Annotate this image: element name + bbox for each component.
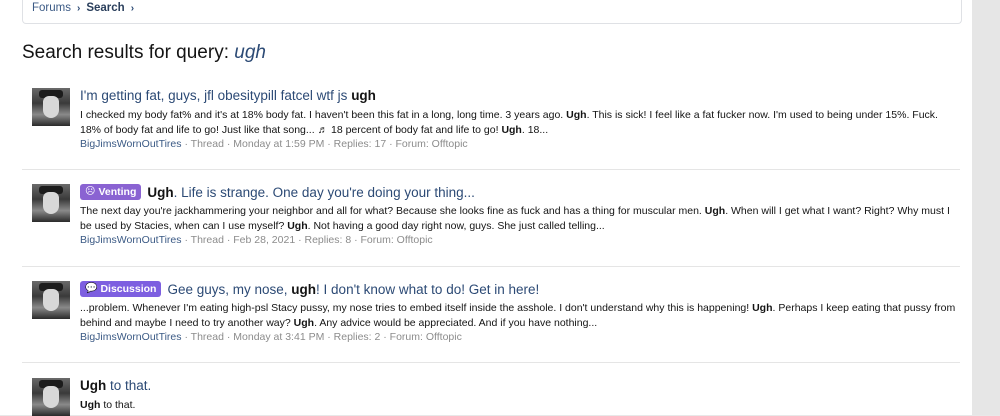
chevron-right-icon: ›	[76, 2, 81, 14]
result-divider	[22, 169, 960, 170]
avatar[interactable]	[32, 281, 70, 319]
thread-prefix-text: Discussion	[100, 283, 157, 295]
query-highlight: Ugh	[752, 302, 773, 314]
avatar-face	[43, 96, 59, 118]
avatar-face	[43, 386, 59, 408]
avatar[interactable]	[32, 184, 70, 222]
avatar[interactable]	[32, 378, 70, 416]
breadcrumb: Forums › Search ›	[32, 2, 134, 14]
page-title-query: ugh	[234, 42, 266, 63]
thread-prefix-label: ☹ Venting	[80, 184, 142, 200]
page-title: Search results for query: ugh	[22, 42, 266, 64]
author-link[interactable]: BigJimsWornOutTires	[80, 331, 182, 343]
result-snippet: Ugh to that.	[80, 399, 136, 411]
query-highlight: ugh	[351, 88, 376, 103]
query-highlight: Ugh	[704, 205, 726, 217]
query-highlight: Ugh	[287, 220, 308, 232]
result-title[interactable]: Ugh to that.	[80, 378, 151, 393]
query-highlight: Ugh	[147, 184, 174, 200]
scrollbar[interactable]	[972, 0, 1000, 415]
query-highlight: Ugh	[80, 378, 107, 393]
chat-bubble-icon: 💬	[85, 283, 98, 294]
result-snippet: I checked my body fat% and it's at 18% b…	[80, 109, 938, 136]
result-meta: BigJimsWornOutTires · Thread · Feb 28, 2…	[80, 234, 433, 246]
result-meta: BigJimsWornOutTires · Thread · Monday at…	[80, 138, 468, 150]
query-highlight: Ugh	[501, 124, 522, 136]
result-snippet: ...problem. Whenever I'm eating high-psl…	[80, 302, 956, 329]
result-divider	[22, 362, 960, 363]
avatar-face	[43, 192, 59, 214]
result-meta: BigJimsWornOutTires · Thread · Monday at…	[80, 331, 462, 343]
author-link[interactable]: BigJimsWornOutTires	[80, 138, 182, 150]
query-highlight: Ugh	[566, 109, 587, 121]
result-divider	[22, 266, 960, 267]
query-highlight: Ugh	[80, 399, 101, 411]
breadcrumb-search[interactable]: Search	[86, 2, 124, 14]
page: Forums › Search › Search results for que…	[0, 0, 972, 416]
thread-prefix-text: Venting	[98, 186, 137, 198]
page-title-prefix: Search results for query:	[22, 42, 229, 63]
avatar[interactable]	[32, 88, 70, 126]
result-title-text[interactable]: Ugh to that.	[80, 378, 151, 393]
result-title[interactable]: 💬 Discussion Gee guys, my nose, ugh! I don…	[80, 281, 539, 297]
thread-prefix-label: 💬 Discussion	[80, 281, 162, 297]
result-title-text[interactable]: Ugh. Life is strange. One day you're doi…	[147, 185, 475, 200]
frown-icon: ☹	[85, 186, 96, 197]
query-highlight: ugh	[291, 281, 317, 297]
result-snippet: The next day you're jackhammering your n…	[80, 205, 950, 232]
query-highlight: Ugh	[293, 317, 315, 329]
result-title[interactable]: ☹ Venting Ugh. Life is strange. One day yo…	[80, 184, 475, 200]
result-title-text[interactable]: I'm getting fat, guys, jfl obesitypill f…	[80, 88, 376, 103]
avatar-face	[43, 289, 59, 311]
result-title-text[interactable]: Gee guys, my nose, ugh! I don't know wha…	[167, 282, 539, 297]
breadcrumb-container	[22, 0, 962, 24]
author-link[interactable]: BigJimsWornOutTires	[80, 234, 182, 246]
result-title[interactable]: I'm getting fat, guys, jfl obesitypill f…	[80, 88, 376, 103]
chevron-right-icon: ›	[130, 2, 135, 14]
breadcrumb-forums[interactable]: Forums	[32, 2, 71, 14]
